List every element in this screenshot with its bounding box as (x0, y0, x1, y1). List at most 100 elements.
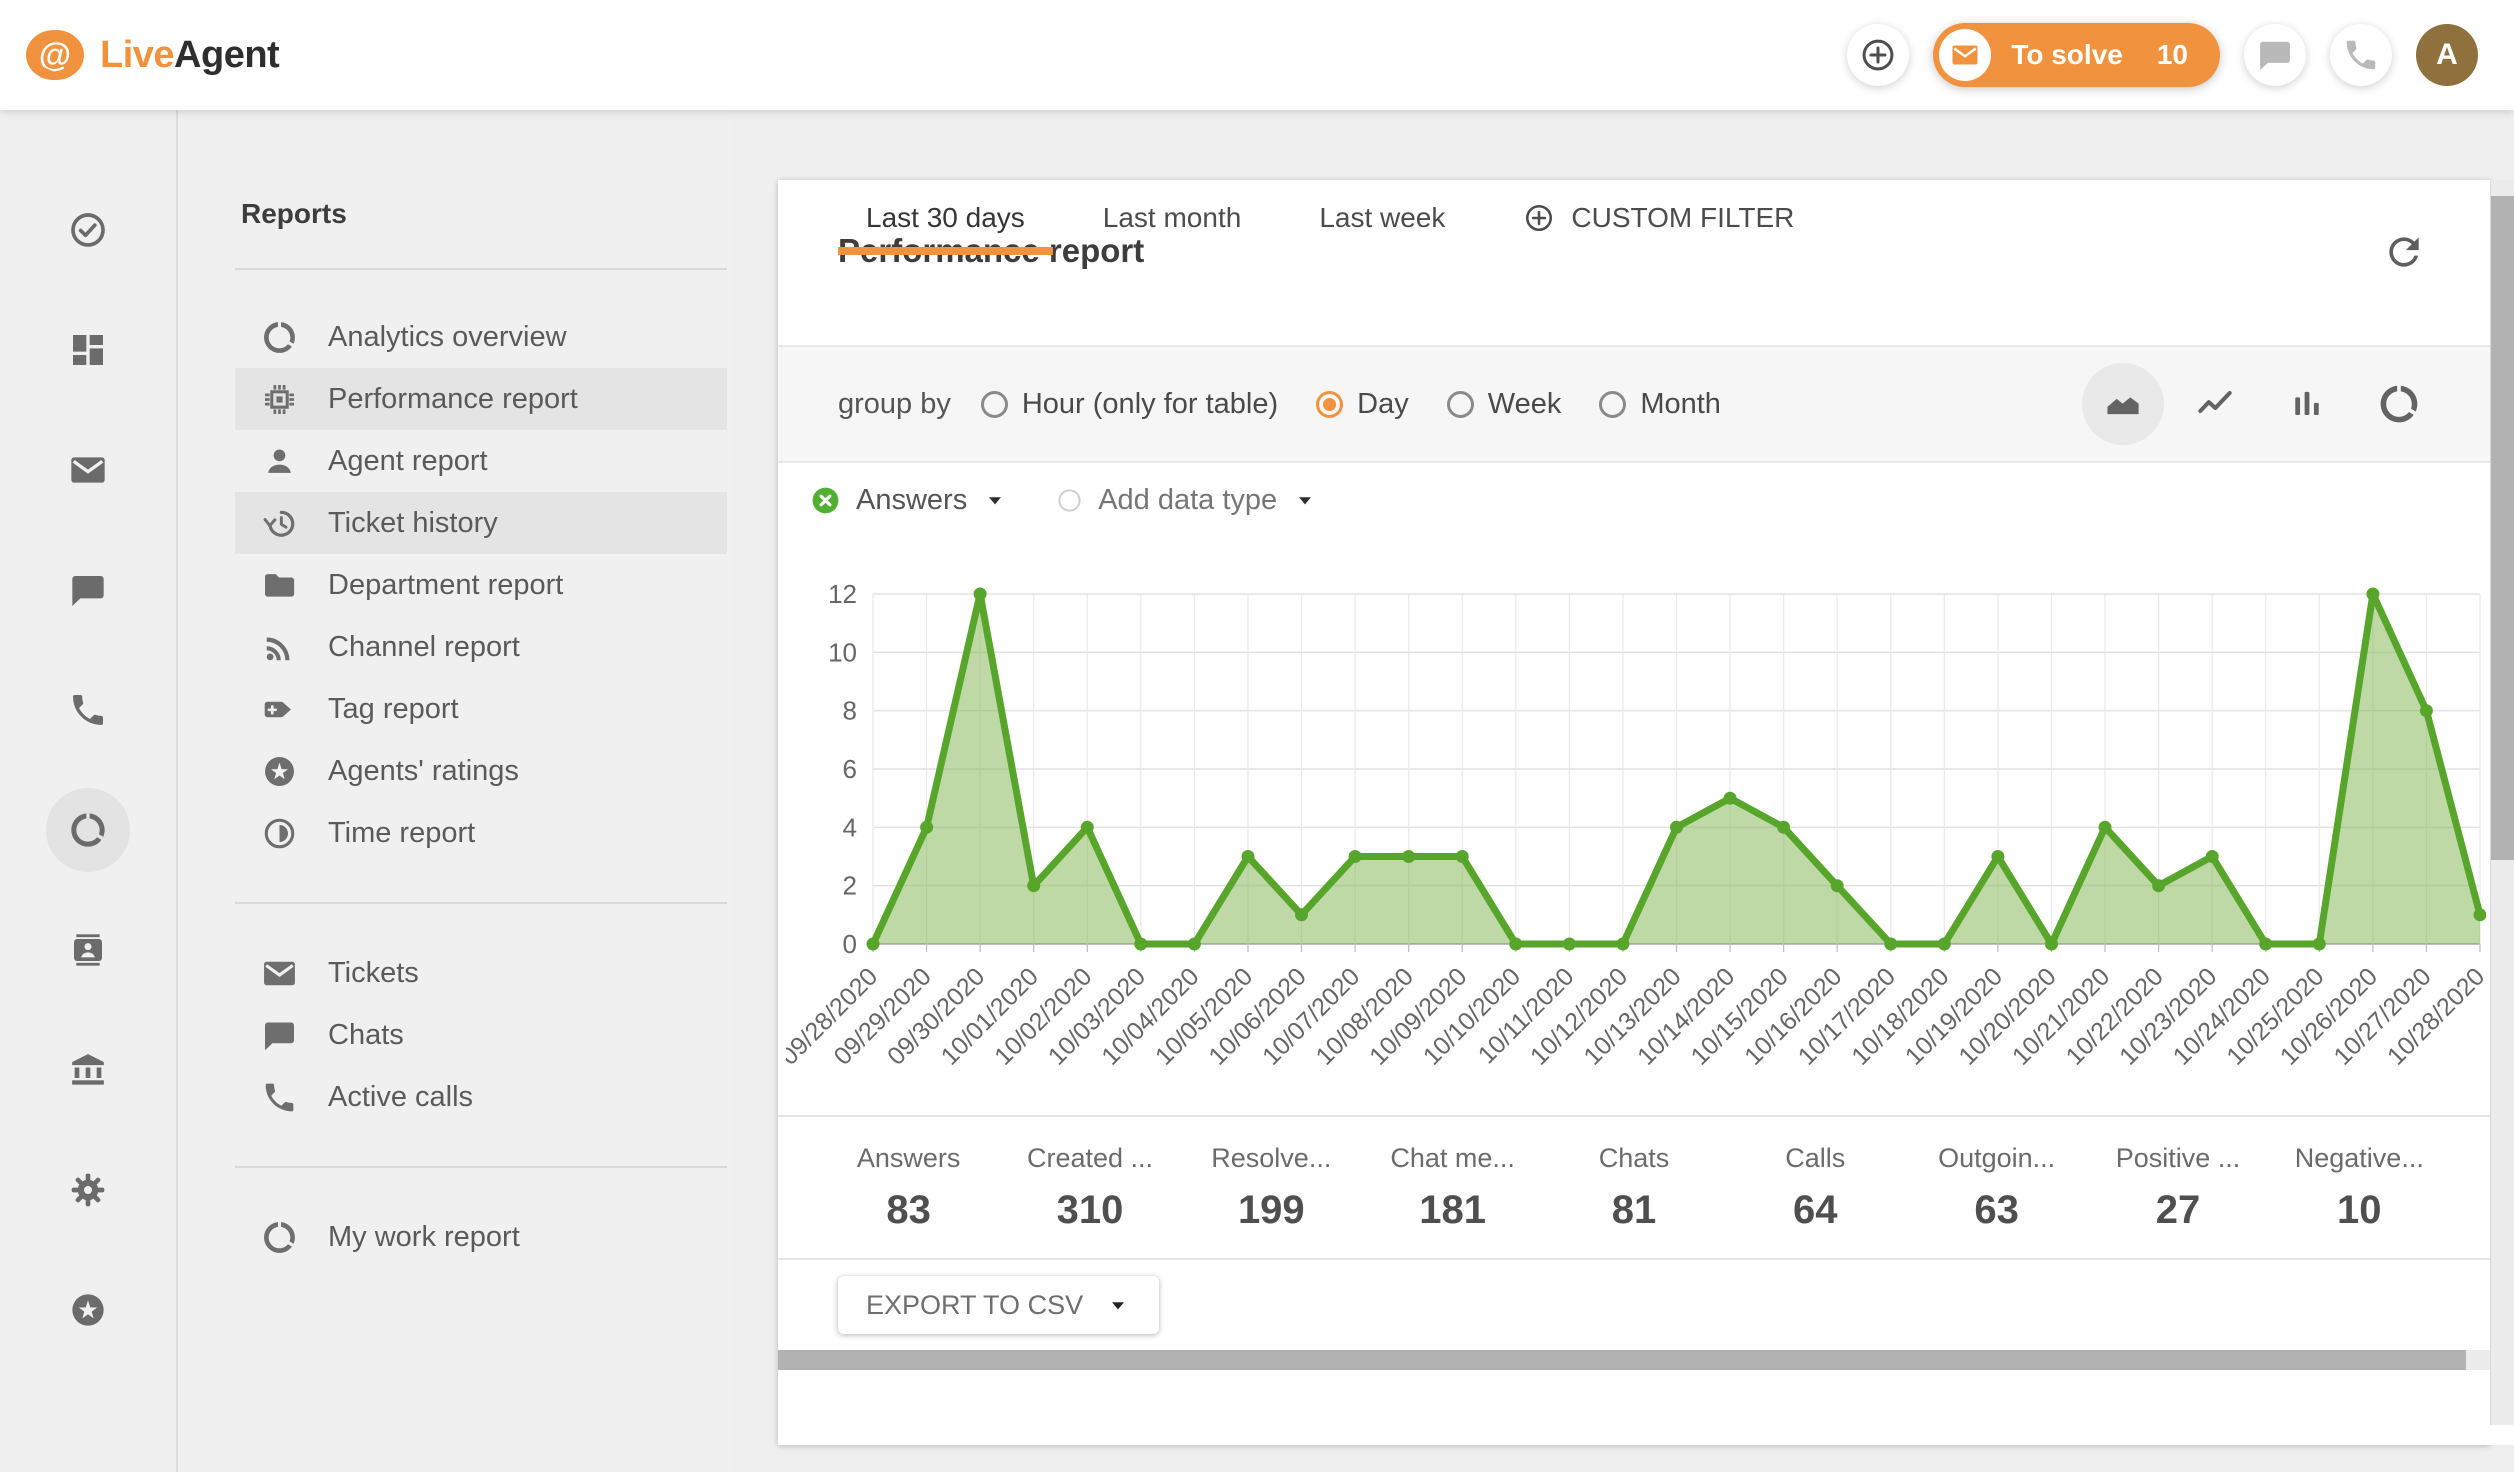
to-solve-button[interactable]: To solve 10 (1933, 23, 2220, 87)
tab-label: CUSTOM FILTER (1571, 202, 1794, 234)
star-circle-icon (68, 1290, 108, 1330)
sidebar-item-label: Analytics overview (328, 321, 567, 354)
chat-bubble-icon (68, 570, 108, 610)
export-to-csv-button[interactable]: EXPORT TO CSV (838, 1276, 1159, 1334)
sidebar-item-performance-report[interactable]: Performance report (235, 368, 727, 430)
add-data-type-label: Add data type (1098, 484, 1277, 517)
svg-text:2: 2 (843, 871, 857, 901)
summary-stats-row: Answers83Created ... 310Resolve...199 Chat… (778, 1115, 2490, 1260)
at-sign-icon: @ (39, 36, 71, 74)
header-chats-button[interactable] (2244, 24, 2306, 86)
sidebar-title: Reports (235, 110, 727, 230)
liveagent-logo[interactable]: @ LiveAgent (26, 30, 279, 80)
sidebar-item-active-calls[interactable]: Active calls (235, 1066, 727, 1128)
sidebar-item-department-report[interactable]: Department report (235, 554, 727, 616)
stat-value: 83 (818, 1188, 999, 1233)
scrollbar-corner (2490, 1425, 2514, 1445)
radio-label: Month (1640, 388, 1721, 421)
sidebar-item-my-work-report[interactable]: My work report (235, 1206, 727, 1268)
series-row: Answers Add data type (778, 463, 2490, 537)
star-circle-icon (261, 753, 298, 790)
remove-series-icon[interactable] (810, 485, 841, 516)
donut-chart-icon (261, 319, 298, 356)
sidebar-item-label: Channel report (328, 631, 520, 664)
tab-custom-filter[interactable]: CUSTOM FILTER (1495, 180, 1822, 255)
to-solve-count: 10 (2157, 39, 2188, 71)
chat-bubble-icon (2256, 36, 2294, 74)
sidebar-item-label: Agent report (328, 445, 488, 478)
phone-icon (2342, 36, 2380, 74)
sidebar-item-tag-report[interactable]: Tag report (235, 678, 727, 740)
phone-icon (68, 690, 108, 730)
sidebar-item-tickets[interactable]: Tickets (235, 942, 727, 1004)
vertical-scrollbar-thumb[interactable] (2491, 196, 2514, 860)
caret-down-icon[interactable] (982, 487, 1008, 513)
user-avatar[interactable]: A (2416, 24, 2478, 86)
gear-icon (68, 1170, 108, 1210)
stat-label: Outgoin... (1906, 1143, 2087, 1174)
sidebar-item-chats[interactable]: Chats (235, 1004, 727, 1066)
rail-item-check-circle[interactable] (46, 188, 130, 272)
svg-text:10: 10 (828, 637, 857, 667)
radio-icon[interactable] (1447, 391, 1474, 418)
chart-type-area-chart-button[interactable] (2082, 363, 2164, 445)
chart-type-donut-chart-button[interactable] (2358, 363, 2440, 445)
svg-text:6: 6 (843, 754, 857, 784)
circle-outline-icon (1056, 487, 1083, 514)
logo-live: Live (100, 34, 174, 76)
sidebar-item-time-report[interactable]: Time report (235, 802, 727, 864)
stat-card-answers: Answers83 (818, 1143, 999, 1233)
rail-item-star-circle[interactable] (46, 1268, 130, 1352)
add-new-button[interactable] (1847, 24, 1909, 86)
rail-item-donut-chart[interactable] (46, 788, 130, 872)
memory-chip-icon (261, 381, 298, 418)
sidebar-item-agent-report[interactable]: Agent report (235, 430, 727, 492)
stat-label: Created ... (999, 1143, 1180, 1174)
refresh-button[interactable] (2382, 230, 2426, 274)
radio-icon[interactable] (1316, 391, 1343, 418)
stat-card-negative: Negative...10 (2269, 1143, 2450, 1233)
export-to-csv-label: EXPORT TO CSV (866, 1290, 1083, 1321)
tab-last-30-days[interactable]: Last 30 days (838, 180, 1053, 255)
rail-item-dashboard[interactable] (46, 308, 130, 392)
group-by-bar: group by Hour (only for table)DayWeekMon… (778, 345, 2490, 463)
radio-label: Hour (only for table) (1022, 388, 1278, 421)
add-data-type-control[interactable]: Add data type (1056, 484, 1318, 517)
chart-type-line-chart-button[interactable] (2174, 363, 2256, 445)
rail-item-phone[interactable] (46, 668, 130, 752)
answers-series-chip[interactable]: Answers (810, 484, 1008, 517)
rail-item-gear[interactable] (46, 1148, 130, 1232)
vertical-scrollbar (2491, 180, 2514, 1425)
rail-item-contact-card[interactable] (46, 908, 130, 992)
radio-icon[interactable] (981, 391, 1008, 418)
radio-icon[interactable] (1599, 391, 1626, 418)
sidebar-item-label: Tag report (328, 693, 459, 726)
stat-value: 310 (999, 1188, 1180, 1233)
rail-item-chat-bubble[interactable] (46, 548, 130, 632)
tab-last-week[interactable]: Last week (1291, 180, 1473, 255)
sidebar-item-analytics-overview[interactable]: Analytics overview (235, 306, 727, 368)
dashboard-icon (68, 330, 108, 370)
tab-label: Last month (1103, 202, 1242, 234)
envelope-icon (68, 450, 108, 490)
sidebar-item-ticket-history[interactable]: Ticket history (235, 492, 727, 554)
phone-icon (261, 1079, 298, 1116)
caret-down-icon[interactable] (1292, 487, 1318, 513)
date-range-tabs: Last 30 days Last month Last week CUSTOM FI… (838, 180, 2490, 255)
rail-item-bank[interactable] (46, 1028, 130, 1112)
chart-type-bar-chart-button[interactable] (2266, 363, 2348, 445)
stat-card-resolve: Resolve...199 (1181, 1143, 1362, 1233)
chat-bubble-icon (261, 1017, 298, 1054)
sidebar-item-agents-ratings[interactable]: Agents' ratings (235, 740, 727, 802)
header-calls-button[interactable] (2330, 24, 2392, 86)
stat-label: Chats (1543, 1143, 1724, 1174)
radio-group-by-month[interactable]: Month (1599, 388, 1721, 421)
radio-group-by-day[interactable]: Day (1316, 388, 1409, 421)
tab-last-month[interactable]: Last month (1075, 180, 1270, 255)
stat-card-outgoin: Outgoin...63 (1906, 1143, 2087, 1233)
radio-group-by-hour-only-for-table[interactable]: Hour (only for table) (981, 388, 1278, 421)
horizontal-scrollbar-thumb[interactable] (778, 1350, 2466, 1370)
radio-group-by-week[interactable]: Week (1447, 388, 1562, 421)
sidebar-item-channel-report[interactable]: Channel report (235, 616, 727, 678)
rail-item-envelope[interactable] (46, 428, 130, 512)
